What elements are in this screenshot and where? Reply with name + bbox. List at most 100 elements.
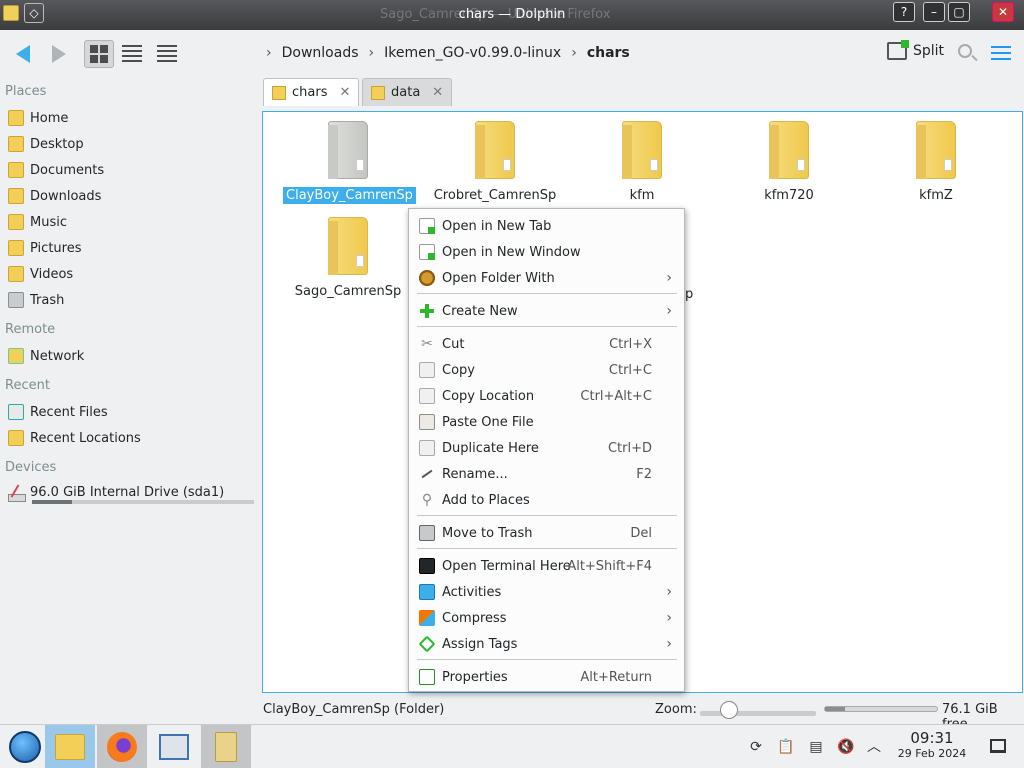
videos-folder-icon	[8, 266, 24, 282]
menu-item-copy[interactable]: Copy Ctrl+C	[409, 357, 684, 383]
sidebar-item-label: Desktop	[30, 136, 84, 152]
places-header: Places	[5, 84, 47, 99]
menu-item-duplicate[interactable]: Duplicate Here Ctrl+D	[409, 435, 684, 461]
recent-files-icon	[8, 404, 24, 420]
sidebar-item-documents[interactable]: Documents	[8, 159, 104, 181]
clock-date: 29 Feb 2024	[897, 747, 967, 760]
volume-muted-icon[interactable]: 🔇	[837, 739, 854, 755]
file-item[interactable]: Sago_CamrenSp	[283, 217, 413, 300]
submenu-arrow-icon: ›	[666, 303, 672, 319]
zoom-slider[interactable]	[700, 711, 816, 716]
hamburger-menu-icon[interactable]	[991, 46, 1011, 60]
menu-item-assign-tags[interactable]: Assign Tags ›	[409, 631, 684, 657]
sidebar-item-label: 96.0 GiB Internal Drive (sda1)	[30, 484, 225, 500]
folder-icon	[272, 85, 286, 100]
notes-icon[interactable]: ▤	[808, 739, 824, 755]
folder-icon	[475, 121, 515, 179]
close-tab-icon[interactable]: ✕	[339, 85, 350, 100]
open-new-tab-icon	[419, 218, 435, 234]
menu-item-activities[interactable]: Activities ›	[409, 579, 684, 605]
breadcrumb-separator: ›	[368, 45, 375, 61]
sidebar-item-downloads[interactable]: Downloads	[8, 185, 101, 207]
close-button[interactable]: ✕	[992, 2, 1014, 22]
zoom-slider-handle[interactable]	[720, 701, 738, 719]
menu-item-open-new-window[interactable]: Open in New Window	[409, 239, 684, 265]
menu-separator	[417, 548, 677, 549]
submenu-arrow-icon: ›	[666, 636, 672, 652]
breadcrumb-downloads[interactable]: Downloads	[282, 45, 359, 61]
file-item[interactable]: ClayBoy_CamrenSp	[283, 121, 416, 204]
file-item[interactable]: kfm	[577, 121, 707, 204]
details-view-button[interactable]	[152, 40, 182, 68]
show-desktop-icon[interactable]	[990, 739, 1006, 753]
file-item[interactable]: kfmZ	[871, 121, 1001, 204]
file-item[interactable]: Crobret_CamrenSp	[430, 121, 560, 204]
menu-item-move-to-trash[interactable]: Move to Trash Del	[409, 520, 684, 546]
updates-icon[interactable]: ⟳	[748, 739, 764, 755]
file-name: kfm720	[764, 188, 814, 203]
back-button[interactable]	[8, 40, 38, 68]
expand-tray-icon[interactable]: ︿	[866, 739, 882, 755]
menu-item-copy-location[interactable]: Copy Location Ctrl+Alt+C	[409, 383, 684, 409]
start-menu-button[interactable]	[0, 725, 50, 768]
tab-data[interactable]: data ✕	[362, 78, 453, 106]
forward-button[interactable]	[44, 40, 74, 68]
sidebar-item-pictures[interactable]: Pictures	[8, 237, 81, 259]
menu-item-rename[interactable]: Rename... F2	[409, 461, 684, 487]
file-name: Crobret_CamrenSp	[433, 188, 557, 203]
sidebar-item-trash[interactable]: Trash	[8, 289, 64, 311]
maximize-button[interactable]: ▢	[948, 2, 970, 22]
menu-item-paste[interactable]: Paste One File	[409, 409, 684, 435]
breadcrumb-chars[interactable]: chars	[587, 45, 630, 61]
minimize-button[interactable]: –	[923, 2, 945, 22]
search-icon[interactable]	[958, 44, 972, 58]
duplicate-icon	[419, 440, 435, 456]
copy-icon	[419, 362, 435, 378]
file-item[interactable]: kfm720	[724, 121, 854, 204]
documents-folder-icon	[8, 162, 24, 178]
taskbar-dolphin[interactable]	[201, 725, 251, 768]
tab-chars[interactable]: chars ✕	[263, 78, 360, 106]
start-orb-icon	[9, 731, 41, 763]
sidebar-item-network[interactable]: Network	[8, 345, 84, 367]
sidebar-item-recent-locations[interactable]: Recent Locations	[8, 427, 141, 449]
help-button[interactable]: ?	[893, 2, 915, 22]
properties-icon	[419, 669, 435, 685]
taskbar: ⟳ 📋 ▤ 🔇 ︿	[0, 724, 1024, 768]
sidebar-item-home[interactable]: Home	[8, 107, 68, 129]
free-space-fill	[825, 707, 846, 711]
taskbar-system-settings[interactable]	[149, 725, 199, 768]
breadcrumb-separator: ›	[571, 45, 577, 61]
sidebar-item-music[interactable]: Music	[8, 211, 67, 233]
menu-item-properties[interactable]: Properties Alt+Return	[409, 664, 684, 690]
digital-clock[interactable]: 09:31 29 Feb 2024	[892, 729, 972, 760]
selection-status: ClayBoy_CamrenSp (Folder)	[263, 702, 445, 717]
sidebar-item-recent-files[interactable]: Recent Files	[8, 401, 108, 423]
menu-item-open-terminal[interactable]: Open Terminal Here Alt+Shift+F4	[409, 553, 684, 579]
split-view-icon	[887, 40, 909, 60]
menu-separator	[417, 659, 677, 660]
breadcrumb-ikemen[interactable]: Ikemen_GO-v0.99.0-linux	[384, 45, 561, 61]
terminal-icon	[419, 558, 435, 574]
compact-view-icon	[122, 45, 142, 63]
menu-item-open-new-tab[interactable]: Open in New Tab	[409, 213, 684, 239]
taskbar-file-manager[interactable]	[45, 725, 95, 768]
sidebar-item-videos[interactable]: Videos	[8, 263, 73, 285]
icons-view-button[interactable]	[84, 40, 114, 68]
compact-view-button[interactable]	[117, 40, 147, 68]
menu-item-open-folder-with[interactable]: Open Folder With ›	[409, 265, 684, 291]
file-name: Sago_CamrenSp	[294, 284, 402, 299]
taskbar-firefox[interactable]	[97, 725, 147, 768]
split-button[interactable]: Split	[887, 40, 944, 60]
clipboard-icon[interactable]: 📋	[777, 739, 794, 755]
sidebar-item-label: Home	[30, 110, 69, 126]
menu-item-create-new[interactable]: Create New ›	[409, 298, 684, 324]
sidebar-item-desktop[interactable]: Desktop	[8, 133, 84, 155]
menu-item-compress[interactable]: Compress ›	[409, 605, 684, 631]
menu-item-add-to-places[interactable]: ⚲ Add to Places	[409, 487, 684, 513]
drive-usage-bar	[32, 500, 254, 504]
breadcrumb-separator: ›	[266, 45, 272, 61]
menu-item-cut[interactable]: ✂ Cut Ctrl+X	[409, 331, 684, 357]
tab-label: chars	[292, 85, 328, 100]
close-tab-icon[interactable]: ✕	[432, 85, 443, 100]
